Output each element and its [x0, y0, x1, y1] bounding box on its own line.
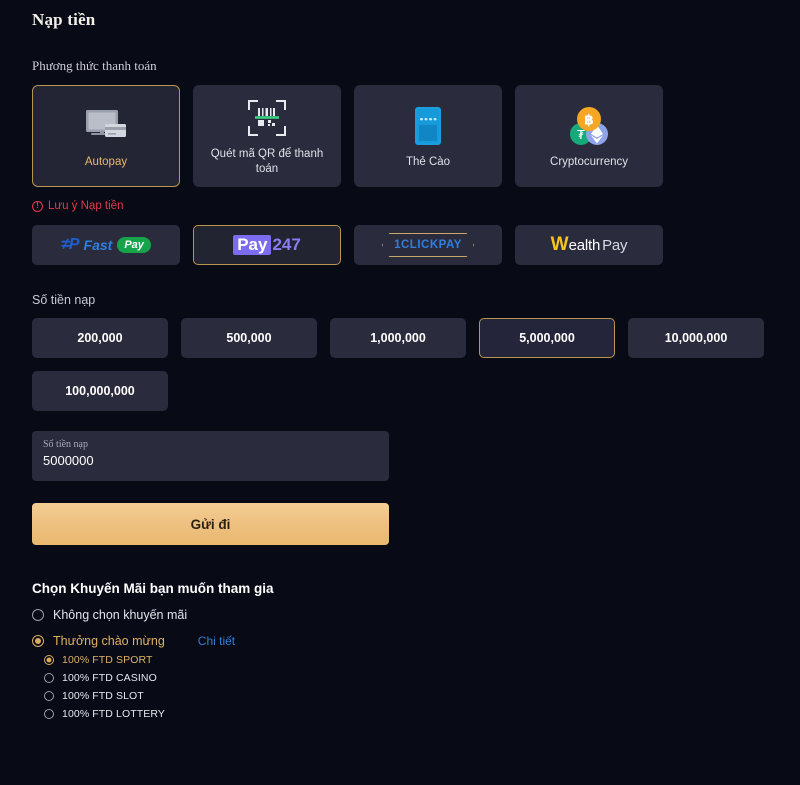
amount-input-value: 5000000: [43, 453, 94, 468]
radio-icon[interactable]: [32, 635, 44, 647]
amount-option[interactable]: 10,000,000: [628, 318, 764, 358]
promo-sub-option-label: 100% FTD CASINO: [62, 672, 157, 684]
payment-method-autopay[interactable]: Autopay: [32, 85, 180, 187]
page-title: Nạp tiền: [32, 10, 96, 29]
wealthpay-logo: W ealth Pay: [551, 234, 628, 256]
amount-option-selected[interactable]: 5,000,000: [479, 318, 615, 358]
promo-sub-option-label: 100% FTD SLOT: [62, 690, 144, 702]
deposit-note-text: Lưu ý Nạp tiền: [48, 200, 124, 212]
pay247-word-pay: Pay: [233, 235, 272, 255]
promo-sub-options: 100% FTD SPORT 100% FTD CASINO 100% FTD …: [44, 654, 768, 720]
radio-icon[interactable]: [44, 709, 54, 719]
amount-label: Số tiền nạp: [32, 293, 96, 307]
monitor-card-icon: [83, 103, 129, 149]
provider-list: ≠P Fast Pay Pay 247 1CLICKPAY W ealth Pa…: [32, 225, 768, 265]
promo-sub-option-sport[interactable]: 100% FTD SPORT: [44, 654, 768, 666]
pay247-word-num: 247: [272, 235, 301, 254]
provider-wealthpay[interactable]: W ealth Pay: [515, 225, 663, 265]
amount-input-label: Số tiền nạp: [43, 439, 88, 450]
promo-sub-option-label: 100% FTD LOTTERY: [62, 708, 165, 720]
amount-option[interactable]: 1,000,000: [330, 318, 466, 358]
payment-method-label: Phương thức thanh toán: [32, 58, 157, 73]
provider-1clickpay[interactable]: 1CLICKPAY: [354, 225, 502, 265]
deposit-page: Nạp tiền Phương thức thanh toán Autopay: [0, 0, 800, 785]
payment-method-crypto[interactable]: ₮ ฿ Cryptocurrency: [515, 85, 663, 187]
payment-method-list: Autopay Quét mã QR để thanh toán Thẻ Cào…: [32, 85, 768, 187]
promo-sub-option-slot[interactable]: 100% FTD SLOT: [44, 690, 768, 702]
promo-option-label: Thưởng chào mừng: [53, 634, 165, 648]
payment-method-label-text: Autopay: [84, 155, 128, 168]
wealthpay-word-ealth: ealth: [568, 237, 601, 254]
fastpay-word-fast: Fast: [83, 237, 113, 253]
warning-circle-icon: !: [32, 200, 43, 212]
promo-option-welcome[interactable]: Thưởng chào mừng Chi tiết: [32, 634, 768, 648]
promo-option-none[interactable]: Không chọn khuyến mãi: [32, 608, 768, 622]
pay247-logo: Pay 247: [233, 235, 301, 255]
radio-icon[interactable]: [44, 673, 54, 683]
promo-sub-option-label: 100% FTD SPORT: [62, 654, 153, 666]
amount-option[interactable]: 200,000: [32, 318, 168, 358]
fastpay-word-pay: Pay: [117, 237, 151, 253]
fastpay-logo: ≠P Fast Pay: [61, 236, 151, 254]
svg-text:₮: ₮: [577, 128, 585, 142]
amount-options: 200,000 500,000 1,000,000 5,000,000 10,0…: [32, 318, 768, 411]
payment-method-label-text: Thẻ Cào: [405, 155, 451, 168]
oneclickpay-logo: 1CLICKPAY: [382, 233, 474, 257]
provider-pay247[interactable]: Pay 247: [193, 225, 341, 265]
qr-scan-icon: [247, 95, 287, 141]
oneclickpay-text: 1CLICKPAY: [394, 239, 462, 251]
promo-detail-link[interactable]: Chi tiết: [198, 634, 235, 648]
provider-fastpay[interactable]: ≠P Fast Pay: [32, 225, 180, 265]
payment-method-the-cao[interactable]: Thẻ Cào: [354, 85, 502, 187]
payment-method-label-text: Quét mã QR để thanh toán: [210, 148, 324, 175]
amount-option[interactable]: 100,000,000: [32, 371, 168, 411]
payment-method-label-text: Cryptocurrency: [550, 155, 628, 168]
wealthpay-word-pay: Pay: [602, 237, 628, 254]
submit-button[interactable]: Gửi đi: [32, 503, 389, 545]
promo-sub-option-casino[interactable]: 100% FTD CASINO: [44, 672, 768, 684]
promo-option-label: Không chọn khuyến mãi: [53, 608, 188, 622]
radio-icon[interactable]: [44, 691, 54, 701]
deposit-note[interactable]: ! Lưu ý Nạp tiền: [32, 200, 768, 212]
wealthpay-w-mark: W: [550, 234, 569, 255]
crypto-coins-icon: ₮ ฿: [566, 103, 612, 149]
amount-input[interactable]: Số tiền nạp 5000000: [32, 431, 389, 481]
amount-option[interactable]: 500,000: [181, 318, 317, 358]
promo-sub-option-lottery[interactable]: 100% FTD LOTTERY: [44, 708, 768, 720]
promotions-title: Chọn Khuyến Mãi bạn muốn tham gia: [32, 581, 274, 596]
radio-icon[interactable]: [44, 655, 54, 665]
payment-method-qr[interactable]: Quét mã QR để thanh toán: [193, 85, 341, 187]
prepaid-card-icon: [411, 103, 445, 149]
svg-text:฿: ฿: [584, 112, 594, 128]
radio-icon[interactable]: [32, 609, 44, 621]
fastpay-mark-icon: ≠P: [61, 236, 79, 253]
